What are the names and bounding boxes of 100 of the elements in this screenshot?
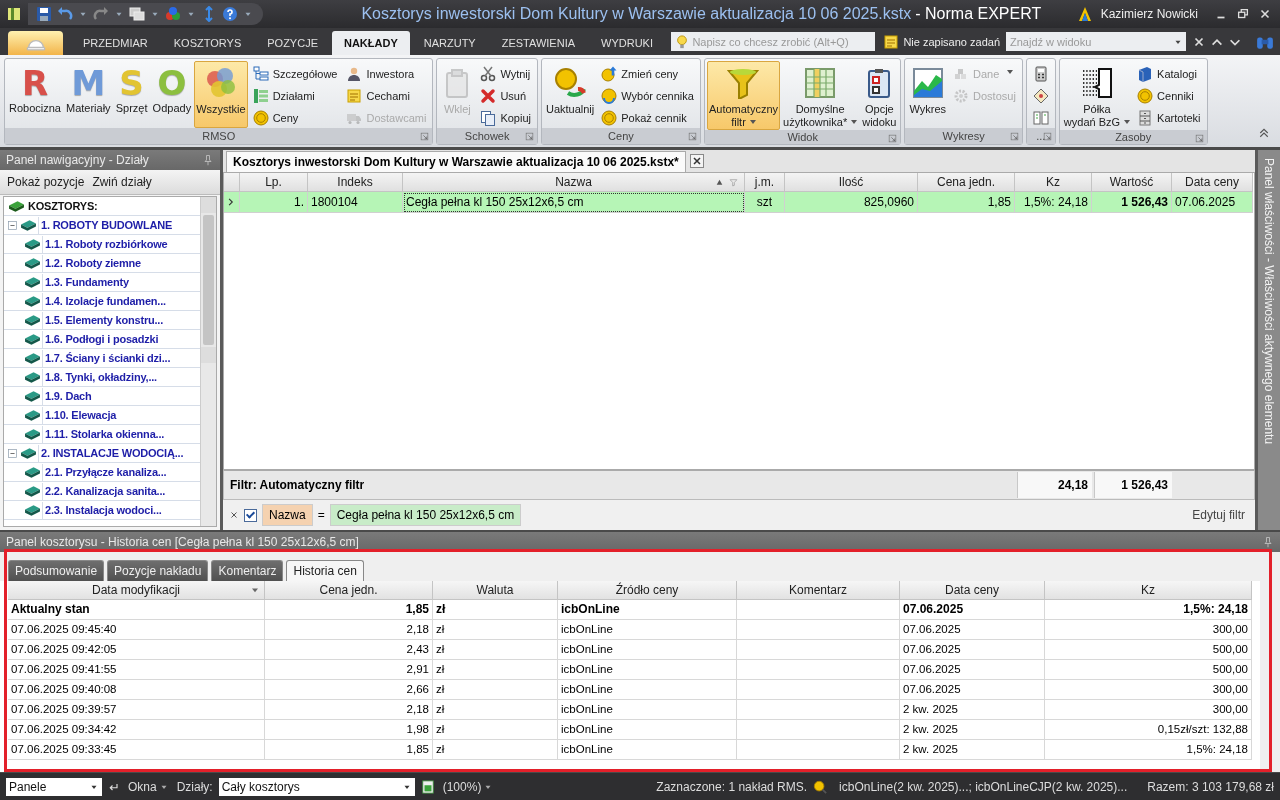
ribbon-tab[interactable]: ZESTAWIENIA bbox=[489, 31, 588, 55]
page-icon[interactable] bbox=[420, 779, 435, 794]
dialog-launcher-icon[interactable] bbox=[687, 132, 697, 141]
column-header[interactable]: Lp. bbox=[240, 173, 308, 192]
ribbon-button[interactable]: Wszystkie bbox=[194, 61, 248, 128]
ribbon-button[interactable]: Usuń bbox=[477, 85, 534, 106]
panels-dropdown[interactable]: Panele bbox=[6, 777, 102, 796]
ribbon-button[interactable]: Uaktualnij bbox=[543, 61, 597, 128]
ribbon-button[interactable]: Cechami bbox=[343, 85, 430, 106]
dialog-launcher-icon[interactable] bbox=[1042, 132, 1052, 141]
ribbon-button[interactable]: M Materiały bbox=[64, 61, 113, 128]
panel-tab[interactable]: Podsumowanie bbox=[8, 560, 105, 581]
ribbon-tab[interactable]: WYDRUKI bbox=[589, 31, 665, 55]
application-menu-button[interactable] bbox=[8, 31, 63, 55]
ribbon-tab[interactable]: NAKŁADY bbox=[331, 31, 410, 55]
ribbon-tab[interactable]: KOSZTORYS bbox=[161, 31, 254, 55]
restore-icon[interactable] bbox=[1236, 7, 1250, 21]
tree-item[interactable]: 1.4. Izolacje fundamen... bbox=[42, 292, 166, 310]
column-header[interactable]: Ilość bbox=[785, 173, 918, 192]
dialog-launcher-icon[interactable] bbox=[888, 134, 898, 143]
ribbon-button[interactable]: S Sprzęt bbox=[113, 61, 150, 128]
tree-item[interactable]: 2.3. Instalacja wodoci... bbox=[42, 501, 162, 519]
column-header[interactable]: j.m. bbox=[745, 173, 785, 192]
ribbon-button[interactable]: Wykres bbox=[907, 61, 949, 128]
ribbon-button[interactable]: O Odpady bbox=[150, 61, 194, 128]
tree-item[interactable]: 1.10. Elewacja bbox=[42, 406, 117, 424]
column-header[interactable]: Kz bbox=[1045, 581, 1252, 600]
note-icon[interactable] bbox=[883, 33, 900, 50]
tree-item[interactable]: 1.11. Stolarka okienna... bbox=[42, 425, 165, 443]
ribbon-button[interactable]: Pokaż cennik bbox=[598, 107, 697, 128]
panel-tab[interactable]: Pozycje nakładu bbox=[107, 560, 209, 581]
colored-balls-icon[interactable] bbox=[165, 6, 181, 22]
collapse-toggle-icon[interactable] bbox=[7, 219, 18, 231]
scrollbar[interactable] bbox=[200, 197, 216, 526]
diamond-icon[interactable] bbox=[1032, 87, 1049, 104]
zoom-menu[interactable]: (100%) bbox=[440, 779, 496, 794]
tree-item[interactable]: 1.7. Ściany i ścianki dzi... bbox=[42, 349, 171, 367]
undo-icon[interactable] bbox=[57, 6, 73, 22]
tree-item[interactable]: 2.2. Kanalizacja sanita... bbox=[42, 482, 166, 500]
column-header[interactable]: Waluta bbox=[433, 581, 558, 600]
tree-item[interactable]: 1.1. Roboty rozbiórkowe bbox=[42, 235, 168, 253]
dialog-launcher-icon[interactable] bbox=[1194, 134, 1204, 143]
panel-tab[interactable]: Historia cen bbox=[286, 560, 364, 581]
edit-filter-link[interactable]: Edytuj filtr bbox=[1192, 508, 1255, 522]
tree-item[interactable]: 1.5. Elementy konstru... bbox=[42, 311, 164, 329]
tree-item[interactable]: 1.6. Podłogi i posadzki bbox=[42, 330, 159, 348]
column-header[interactable]: Wartość bbox=[1092, 173, 1172, 192]
ribbon-tab[interactable]: POZYCJE bbox=[255, 31, 330, 55]
collapse-toggle-icon[interactable] bbox=[7, 447, 18, 459]
ribbon-button[interactable]: Opcje widoku bbox=[860, 61, 899, 130]
app-icon[interactable] bbox=[6, 6, 22, 22]
save-icon[interactable] bbox=[36, 6, 52, 22]
tell-me-field[interactable]: Napisz co chcesz zrobić (Alt+Q) bbox=[671, 32, 876, 51]
dialog-launcher-icon[interactable] bbox=[420, 132, 430, 141]
column-header[interactable]: Źródło ceny bbox=[558, 581, 737, 600]
panel-tab[interactable]: Komentarz bbox=[211, 560, 284, 581]
tree-item[interactable]: 1.8. Tynki, okładziny,... bbox=[42, 368, 157, 386]
ribbon-button[interactable]: Kartoteki bbox=[1134, 107, 1204, 128]
ribbon-button[interactable]: Domyślne użytkownika* bbox=[781, 61, 860, 130]
ribbon-button[interactable]: Cenniki bbox=[1134, 85, 1204, 106]
column-header[interactable]: Komentarz bbox=[737, 581, 900, 600]
tree-item[interactable]: 1. ROBOTY BUDOWLANE bbox=[38, 216, 173, 234]
ribbon-button[interactable]: Działami bbox=[249, 85, 341, 106]
dropdown-button[interactable] bbox=[1170, 32, 1186, 51]
ribbon-button[interactable]: Wytnij bbox=[477, 63, 534, 84]
ribbon-button[interactable]: Szczegółowe bbox=[249, 63, 341, 84]
toolbar-button[interactable]: Zwiń działy bbox=[89, 175, 155, 189]
dialog-launcher-icon[interactable] bbox=[524, 132, 534, 141]
ribbon-button[interactable]: R Robocizna bbox=[7, 61, 63, 128]
filter-checkbox[interactable] bbox=[244, 508, 257, 522]
document-tab[interactable]: Kosztorys inwestorski Dom Kultury w Warszawie aktualizacja 10 06 2025.kstx* bbox=[226, 151, 686, 172]
ribbon-tab[interactable]: PRZEDMIAR bbox=[71, 31, 160, 55]
redo-icon[interactable] bbox=[93, 6, 109, 22]
tree-item[interactable]: 1.3. Fundamenty bbox=[42, 273, 129, 291]
column-header[interactable]: Data modyfikacji bbox=[8, 581, 265, 600]
coin-search-icon[interactable] bbox=[813, 779, 828, 794]
ribbon-button[interactable]: Wybór cennika bbox=[598, 85, 697, 106]
dialog-launcher-icon[interactable] bbox=[1009, 132, 1019, 141]
ribbon-button[interactable]: Półka wydań BzG bbox=[1061, 61, 1133, 130]
tree-item[interactable]: 2.1. Przyłącze kanaliza... bbox=[42, 463, 167, 481]
close-icon[interactable] bbox=[1258, 7, 1272, 21]
pin-icon[interactable] bbox=[202, 154, 214, 166]
tree-item[interactable]: KOSZTORYS: bbox=[26, 197, 98, 215]
windows-menu[interactable]: Okna bbox=[126, 779, 171, 794]
windows-icon[interactable] bbox=[129, 6, 145, 22]
ribbon-button[interactable]: Ceny bbox=[249, 107, 341, 128]
column-header[interactable]: Data ceny bbox=[900, 581, 1045, 600]
column-header[interactable]: Nazwa bbox=[403, 173, 745, 192]
collapse-ribbon-icon[interactable] bbox=[1258, 127, 1270, 139]
column-header[interactable]: Data ceny bbox=[1172, 173, 1253, 192]
calculator-icon[interactable] bbox=[1032, 65, 1049, 82]
close-icon[interactable] bbox=[689, 154, 704, 168]
toolbar-button[interactable]: Pokaż pozycje bbox=[4, 175, 88, 189]
column-header[interactable]: Kz bbox=[1015, 173, 1092, 192]
ribbon-button[interactable]: Inwestora bbox=[343, 63, 430, 84]
ribbon-button[interactable]: Kopiuj bbox=[477, 107, 534, 128]
column-header[interactable]: Cena jedn. bbox=[265, 581, 433, 600]
find-field[interactable]: Znajdź w widoku bbox=[1006, 32, 1170, 51]
tree-item[interactable]: 1.9. Dach bbox=[42, 387, 92, 405]
ribbon-tab[interactable]: NARZUTY bbox=[411, 31, 488, 55]
